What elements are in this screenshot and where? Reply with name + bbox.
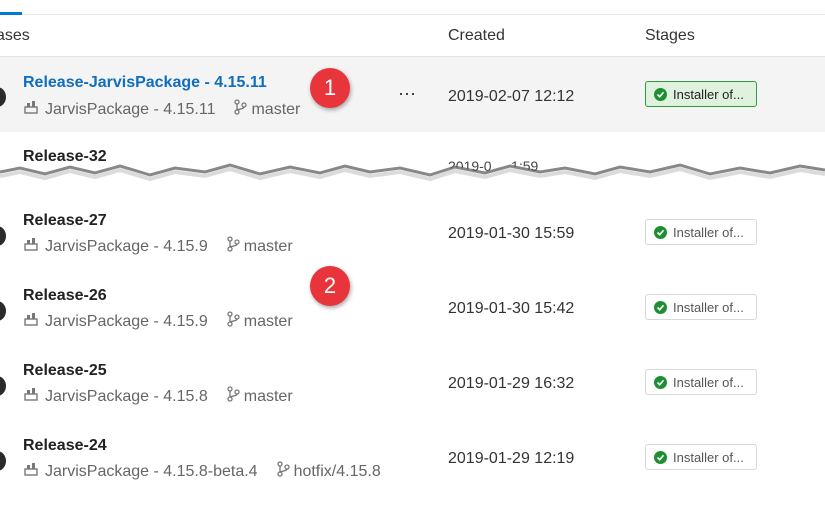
avatar	[0, 87, 6, 107]
artifact-version: JarvisPackage - 4.15.8-beta.4	[45, 462, 258, 480]
release-meta: JarvisPackage - 4.15.8 master	[23, 386, 293, 407]
branch-name: master	[243, 387, 293, 405]
stage-badge[interactable]: Installer of...	[645, 369, 757, 395]
callout-badge-1: 1	[310, 68, 350, 108]
table-row[interactable]: Release-26 JarvisPackage - 4.15.9 master…	[0, 271, 825, 346]
release-title[interactable]: Release-24	[23, 437, 107, 455]
avatar	[0, 376, 6, 396]
branch-name: master	[243, 237, 293, 255]
branch-icon	[226, 311, 240, 332]
top-tab-bar	[0, 0, 825, 15]
stage-label: Installer of...	[673, 86, 744, 102]
column-header-releases[interactable]: ases	[0, 27, 30, 45]
stage-badge[interactable]: Installer of...	[645, 444, 757, 470]
build-artifact-icon	[23, 311, 39, 332]
created-date: 2019-01-30 15:59	[448, 225, 575, 242]
release-title[interactable]: Release-27	[23, 212, 107, 230]
stage-label: Installer of...	[673, 449, 744, 465]
column-header-stages[interactable]: Stages	[645, 27, 695, 45]
created-date: 2019-01-29 16:32	[448, 375, 575, 392]
created-date: 2019-01-30 15:42	[448, 300, 575, 317]
created-date: 2019-02-07 12:12	[448, 88, 575, 105]
table-header: ases Created Stages	[0, 15, 825, 57]
branch-icon	[233, 99, 248, 120]
success-check-icon	[654, 450, 667, 464]
avatar	[0, 301, 6, 321]
success-check-icon	[654, 87, 667, 101]
avatar	[0, 451, 6, 471]
build-artifact-icon	[23, 461, 39, 482]
table-row[interactable]: Release-25 JarvisPackage - 4.15.8 master…	[0, 346, 825, 421]
stage-label: Installer of...	[673, 299, 744, 315]
build-artifact-icon	[23, 386, 39, 407]
table-row[interactable]: Release-JarvisPackage - 4.15.11 JarvisPa…	[0, 57, 825, 132]
stage-badge[interactable]: Installer of...	[645, 294, 757, 320]
branch-icon	[226, 386, 240, 407]
release-title[interactable]: Release-26	[23, 287, 107, 305]
artifact-version: JarvisPackage - 4.15.11	[45, 100, 216, 118]
column-header-created[interactable]: Created	[448, 27, 505, 45]
more-actions-button[interactable]: ⋯	[398, 84, 417, 105]
release-meta: JarvisPackage - 4.15.9 master	[23, 236, 293, 257]
avatar	[0, 226, 6, 246]
release-title[interactable]: Release-25	[23, 362, 107, 380]
success-check-icon	[654, 375, 667, 389]
callout-badge-2: 2	[310, 266, 350, 306]
branch-icon	[276, 461, 290, 482]
stage-label: Installer of...	[673, 224, 744, 240]
build-artifact-icon	[23, 236, 39, 257]
artifact-version: JarvisPackage - 4.15.8	[45, 387, 208, 405]
success-check-icon	[654, 300, 667, 314]
torn-paper-edge	[0, 163, 825, 204]
branch-name: hotfix/4.15.8	[293, 462, 381, 480]
table-row[interactable]: Release-24 JarvisPackage - 4.15.8-beta.4…	[0, 421, 825, 496]
branch-icon	[226, 236, 240, 257]
created-date: 2019-01-29 12:19	[448, 450, 575, 467]
torn-edge-region: Release-32 2019-0 ... 1:59	[0, 132, 825, 204]
stage-badge[interactable]: Installer of...	[645, 219, 757, 245]
release-meta: JarvisPackage - 4.15.9 master	[23, 311, 293, 332]
table-row[interactable]: Release-27 JarvisPackage - 4.15.9 master…	[0, 196, 825, 271]
release-meta: JarvisPackage - 4.15.11 master	[23, 99, 300, 120]
build-artifact-icon	[23, 99, 39, 120]
artifact-version: JarvisPackage - 4.15.9	[45, 312, 208, 330]
stage-label: Installer of...	[673, 374, 744, 390]
artifact-version: JarvisPackage - 4.15.9	[45, 237, 208, 255]
branch-name: master	[243, 312, 293, 330]
branch-name: master	[251, 100, 301, 118]
success-check-icon	[654, 225, 667, 239]
stage-badge[interactable]: Installer of...	[645, 81, 757, 107]
release-meta: JarvisPackage - 4.15.8-beta.4 hotfix/4.1…	[23, 461, 381, 482]
release-title-link[interactable]: Release-JarvisPackage - 4.15.11	[23, 74, 267, 92]
